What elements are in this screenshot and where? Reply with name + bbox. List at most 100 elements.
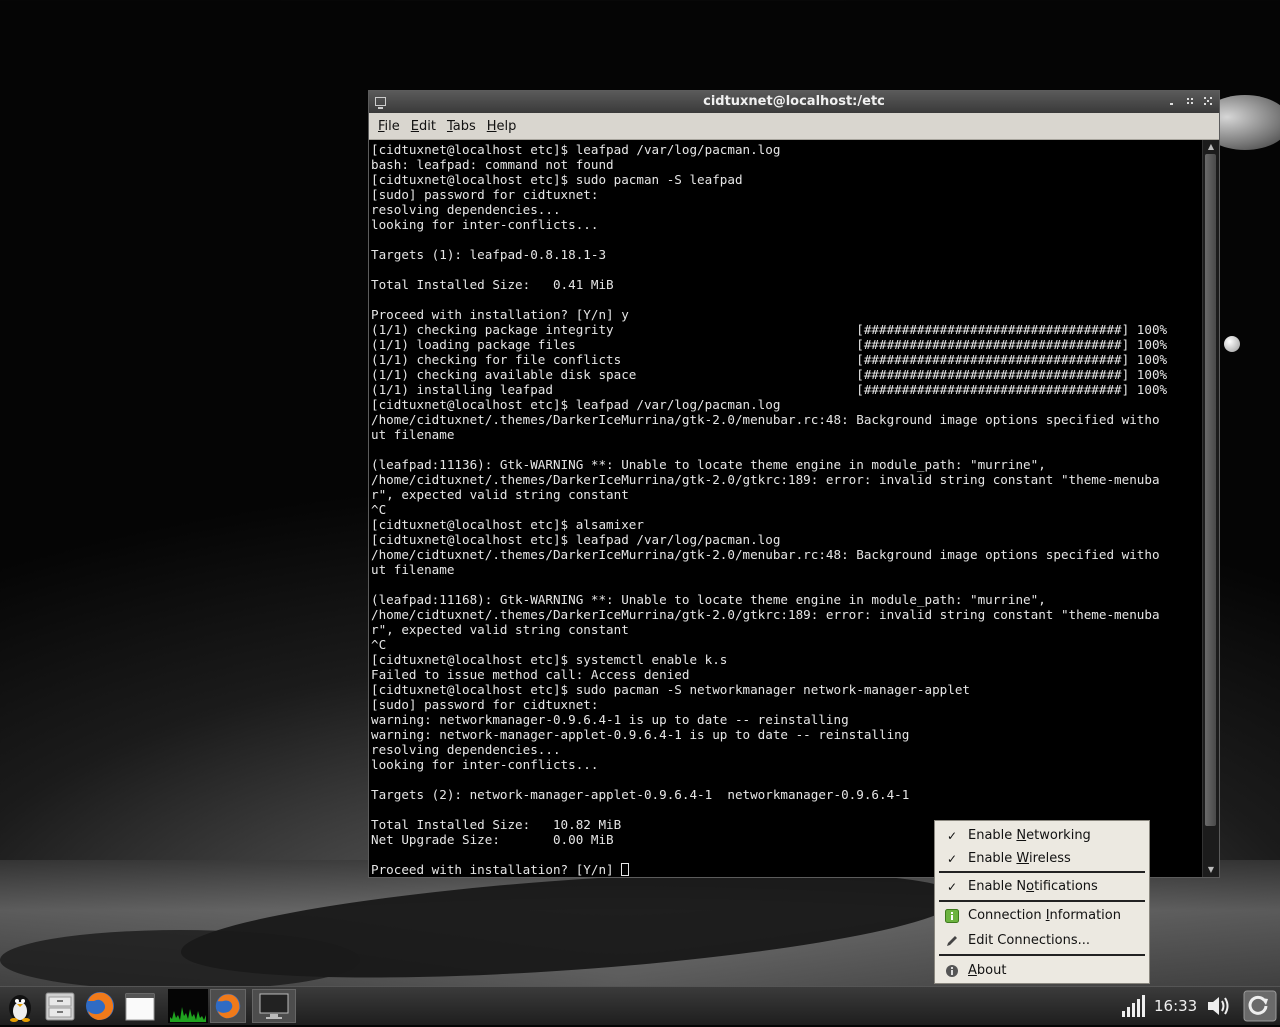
terminal-output-line: (1/1) installing leafpad [##############… bbox=[371, 382, 1168, 397]
menu-edit[interactable]: Edit bbox=[408, 117, 442, 136]
terminal-output-line: (1/1) checking package integrity [######… bbox=[371, 322, 1168, 337]
maximize-icon[interactable] bbox=[1183, 94, 1197, 108]
taskbar: 16:33 bbox=[0, 986, 1280, 1025]
minimize-icon[interactable] bbox=[1165, 94, 1179, 108]
terminal-output-line: [cidtuxnet@localhost etc]$ leafpad /var/… bbox=[371, 532, 781, 547]
menu-help-label: elp bbox=[496, 118, 517, 134]
scrollbar-thumb[interactable] bbox=[1205, 154, 1216, 826]
menu-bar: File Edit Tabs Help bbox=[369, 113, 1219, 140]
terminal-window[interactable]: cidtuxnet@localhost:/etc File Edit Tabs … bbox=[368, 90, 1220, 878]
label-part: Enable bbox=[968, 828, 1017, 843]
terminal-output-line: Targets (2): network-manager-applet-0.9.… bbox=[371, 787, 910, 802]
terminal-output-line: (leafpad:11136): Gtk-WARNING **: Unable … bbox=[371, 457, 1046, 472]
menu-edit-label: dit bbox=[419, 118, 436, 134]
terminal-output-line: (1/1) checking available disk space [###… bbox=[371, 367, 1168, 382]
edit-pencil-icon bbox=[947, 936, 957, 946]
menu-help-mnemonic: H bbox=[486, 118, 497, 134]
label-part: Enable N bbox=[968, 879, 1027, 894]
terminal-output-line: Failed to issue method call: Access deni… bbox=[371, 667, 690, 682]
menu-edit-connections[interactable]: Edit Connections... bbox=[935, 930, 1149, 952]
menu-help[interactable]: Help bbox=[484, 117, 523, 136]
terminal-output-line: looking for inter-conflicts... bbox=[371, 217, 599, 232]
terminal-output-line: /home/cidtuxnet/.themes/DarkerIceMurrina… bbox=[371, 412, 1160, 427]
terminal-output-line: [cidtuxnet@localhost etc]$ leafpad /var/… bbox=[371, 142, 781, 157]
terminal-output-line: Proceed with installation? [Y/n] y bbox=[371, 307, 629, 322]
logout-power-icon[interactable] bbox=[1242, 989, 1278, 1023]
title-bar[interactable]: cidtuxnet@localhost:/etc bbox=[369, 91, 1219, 113]
terminal-output-line: [cidtuxnet@localhost etc]$ alsamixer bbox=[371, 517, 644, 532]
menu-enable-wireless[interactable]: ✓ Enable Wireless bbox=[935, 848, 1149, 870]
terminal-output-line: warning: network-manager-applet-0.9.6.4-… bbox=[371, 727, 910, 742]
menu-tabs[interactable]: Tabs bbox=[444, 117, 482, 136]
label-part: bout bbox=[976, 963, 1007, 978]
info-icon bbox=[945, 909, 959, 923]
terminal-scrollbar[interactable]: ▲ ▼ bbox=[1202, 140, 1219, 877]
menu-separator bbox=[939, 871, 1145, 873]
terminal-output-line: [cidtuxnet@localhost etc]$ sudo pacman -… bbox=[371, 682, 970, 697]
terminal-output-line: resolving dependencies... bbox=[371, 202, 561, 217]
terminal-output-line: (leafpad:11168): Gtk-WARNING **: Unable … bbox=[371, 592, 1046, 607]
volume-icon[interactable] bbox=[1204, 989, 1240, 1023]
firefox-launcher-icon[interactable] bbox=[82, 989, 118, 1023]
menu-enable-notifications[interactable]: ✓ Enable Notifications bbox=[935, 876, 1149, 898]
mnemonic: W bbox=[1016, 851, 1029, 866]
terminal-output-line: resolving dependencies... bbox=[371, 742, 561, 757]
window-title: cidtuxnet@localhost:/etc bbox=[703, 94, 885, 109]
terminal-output-line: warning: networkmanager-0.9.6.4-1 is up … bbox=[371, 712, 849, 727]
label-part: ireless bbox=[1029, 851, 1071, 866]
start-menu-tux-icon[interactable] bbox=[2, 989, 38, 1023]
terminal-output-line: Targets (1): leafpad-0.8.18.1-3 bbox=[371, 247, 607, 262]
label-part: nformation bbox=[1049, 908, 1121, 923]
terminal-output-line: /home/cidtuxnet/.themes/DarkerIceMurrina… bbox=[371, 607, 1160, 622]
terminal-output-line: (1/1) checking for file conflicts [#####… bbox=[371, 352, 1168, 367]
terminal-output-line: [cidtuxnet@localhost etc]$ leafpad /var/… bbox=[371, 397, 781, 412]
menu-separator bbox=[939, 900, 1145, 902]
terminal-output-line: [cidtuxnet@localhost etc]$ systemctl ena… bbox=[371, 652, 728, 667]
terminal-output-line: [sudo] password for cidtuxnet: bbox=[371, 187, 599, 202]
mnemonic: N bbox=[1016, 828, 1027, 843]
scroll-up-arrow-icon[interactable]: ▲ bbox=[1203, 140, 1219, 154]
terminal-output-line: Total Installed Size: 0.41 MiB bbox=[371, 277, 614, 292]
label-part: etworking bbox=[1026, 828, 1091, 843]
clock[interactable]: 16:33 bbox=[1154, 997, 1197, 1015]
check-icon: ✓ bbox=[947, 880, 958, 894]
menu-file[interactable]: File bbox=[375, 117, 406, 136]
taskbar-firefox-window[interactable] bbox=[210, 989, 246, 1023]
menu-about[interactable]: About bbox=[935, 960, 1149, 982]
network-applet-menu: ✓ Enable Networking ✓ Enable Wireless ✓ … bbox=[934, 820, 1150, 984]
wallpaper-shadow-2 bbox=[0, 930, 360, 990]
network-signal-icon[interactable] bbox=[1114, 989, 1150, 1023]
terminal-output-line: /home/cidtuxnet/.themes/DarkerIceMurrina… bbox=[371, 547, 1160, 562]
label-part: Enable bbox=[968, 851, 1017, 866]
terminal-output-line: ut filename bbox=[371, 562, 455, 577]
menu-edit-mnemonic: E bbox=[410, 118, 419, 134]
blank-window-icon[interactable] bbox=[122, 989, 158, 1023]
terminal-output[interactable]: [cidtuxnet@localhost etc]$ leafpad /var/… bbox=[369, 140, 1203, 877]
taskbar-terminal-window[interactable] bbox=[252, 989, 296, 1023]
terminal-output-line: [sudo] password for cidtuxnet: bbox=[371, 697, 599, 712]
terminal-output-line: looking for inter-conflicts... bbox=[371, 757, 599, 772]
terminal-output-line: bash: leafpad: command not found bbox=[371, 157, 614, 172]
menu-enable-networking[interactable]: ✓ Enable Networking bbox=[935, 825, 1149, 847]
close-icon[interactable] bbox=[1201, 94, 1215, 108]
prompt-text: Proceed with installation? [Y/n] bbox=[371, 862, 622, 877]
mnemonic: A bbox=[968, 963, 977, 978]
mnemonic: o bbox=[1026, 879, 1035, 894]
scroll-down-arrow-icon[interactable]: ▼ bbox=[1203, 863, 1219, 877]
terminal-output-line: ut filename bbox=[371, 427, 455, 442]
wallpaper-lamp-ball bbox=[1224, 336, 1240, 352]
menu-connection-information[interactable]: Connection Information bbox=[935, 905, 1149, 927]
menu-file-label: ile bbox=[384, 118, 400, 134]
text-cursor bbox=[621, 863, 630, 876]
file-manager-icon[interactable] bbox=[42, 989, 78, 1023]
check-icon: ✓ bbox=[947, 852, 958, 866]
about-icon bbox=[946, 965, 958, 977]
system-monitor-icon[interactable] bbox=[168, 989, 208, 1023]
label-part: tifications bbox=[1034, 879, 1098, 894]
terminal-output-line: ^C bbox=[371, 637, 387, 652]
